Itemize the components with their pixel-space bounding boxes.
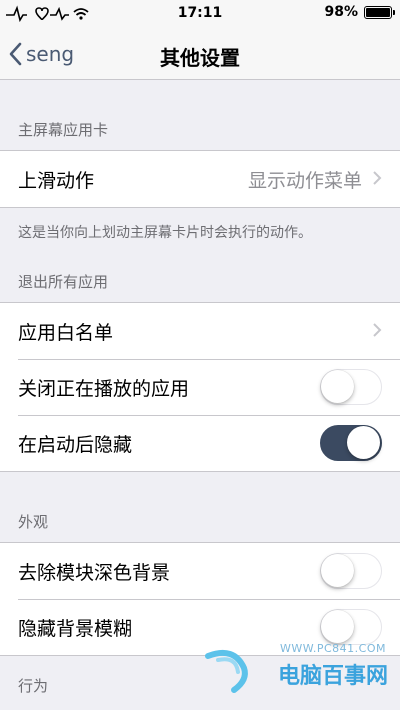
row-label: 上滑动作 [18, 169, 95, 192]
battery-percent: 98% [324, 4, 358, 20]
watermark-swoosh-icon [205, 650, 248, 693]
section-header-appearance: 外观 [18, 513, 49, 531]
group-quit-all: 应用白名单 关闭正在播放的应用 在启动后隐藏 [0, 302, 400, 472]
section-footer-note: 这是当你向上划动主屏幕卡片时会执行的动作。 [18, 225, 312, 241]
toggle-knob [321, 610, 354, 643]
row-close-playing-app: 关闭正在播放的应用 [0, 359, 400, 415]
row-label: 关闭正在播放的应用 [18, 377, 190, 400]
row-label: 在启动后隐藏 [18, 433, 133, 456]
page-title: 其他设置 [160, 46, 240, 70]
settings-list: 主屏幕应用卡 上滑动作 显示动作菜单 这是当你向上划动主屏幕卡片时会执行的动作。… [0, 80, 400, 706]
row-label: 去除模块深色背景 [18, 561, 171, 584]
chevron-right-icon [372, 167, 382, 191]
remove-dark-background-toggle[interactable] [320, 553, 382, 589]
row-label: 隐藏背景模糊 [18, 617, 133, 640]
watermark-logo: WWW.PC841.COM 电脑百事网 [204, 642, 394, 702]
row-value: 显示动作菜单 [247, 169, 362, 192]
battery-icon [364, 5, 395, 19]
battery-status: 98% [324, 4, 395, 20]
row-remove-dark-background: 去除模块深色背景 [0, 543, 400, 599]
watermark-text: 电脑百事网 [277, 664, 388, 689]
navigation-bar: seng 其他设置 [0, 28, 400, 80]
status-bar: 17:11 98% [0, 0, 400, 28]
group-home-card: 上滑动作 显示动作菜单 [0, 150, 400, 208]
chevron-right-icon [372, 319, 382, 343]
row-app-whitelist[interactable]: 应用白名单 [0, 303, 400, 359]
group-appearance: 去除模块深色背景 隐藏背景模糊 [0, 542, 400, 656]
watermark-url: WWW.PC841.COM [280, 642, 386, 655]
toggle-knob [347, 426, 380, 459]
section-header-home-card: 主屏幕应用卡 [18, 121, 109, 139]
battery-fill [366, 7, 390, 17]
toggle-knob [321, 554, 354, 587]
hide-background-blur-toggle[interactable] [320, 609, 382, 645]
hide-after-launch-toggle[interactable] [320, 425, 382, 461]
row-label: 应用白名单 [18, 321, 114, 344]
close-playing-toggle[interactable] [320, 369, 382, 405]
toggle-knob [321, 370, 354, 403]
row-hide-after-launch: 在启动后隐藏 [0, 415, 400, 471]
row-swipe-action[interactable]: 上滑动作 显示动作菜单 [0, 151, 400, 207]
section-header-quit-all: 退出所有应用 [18, 273, 109, 291]
